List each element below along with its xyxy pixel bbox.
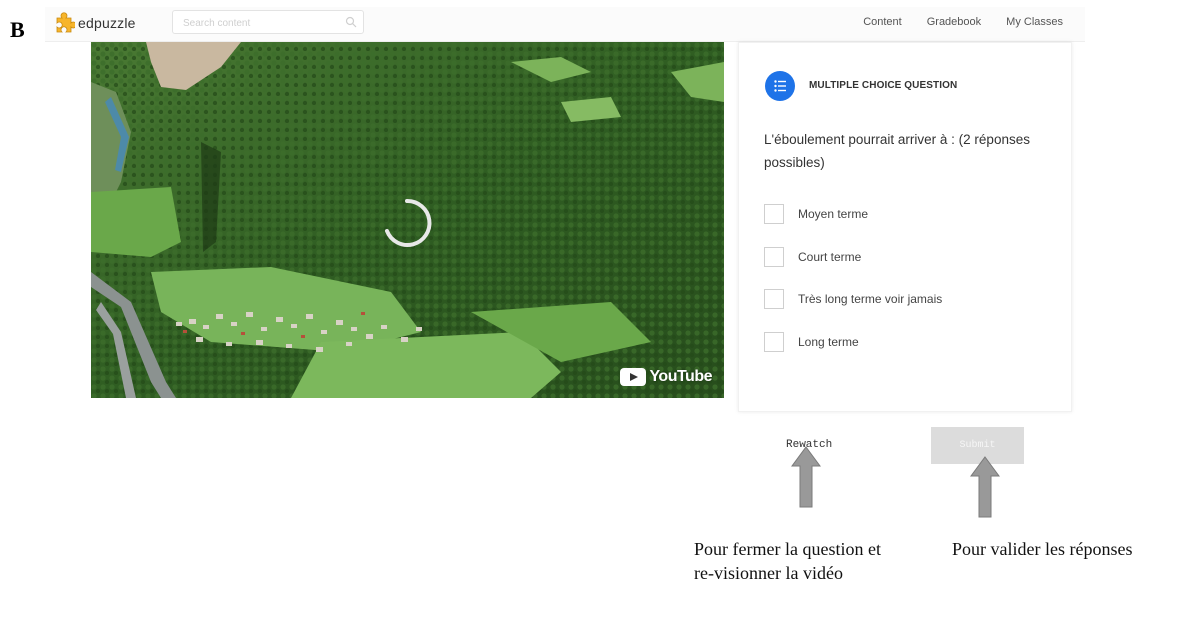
- option-label: Très long terme voir jamais: [798, 292, 943, 306]
- option-label: Long terme: [798, 335, 859, 349]
- edpuzzle-logo[interactable]: edpuzzle: [53, 12, 136, 34]
- submit-annotation: Pour valider les réponses: [952, 539, 1133, 559]
- option-checkbox[interactable]: [764, 332, 784, 352]
- search-icon[interactable]: [345, 16, 357, 28]
- option-label: Court terme: [798, 250, 862, 264]
- loading-spinner-icon: [385, 198, 432, 247]
- option-court-terme[interactable]: Court terme: [764, 247, 861, 267]
- youtube-watermark[interactable]: YouTube: [620, 368, 712, 386]
- question-type-label: MULTIPLE CHOICE QUESTION: [809, 80, 958, 91]
- nav-content[interactable]: Content: [863, 16, 902, 28]
- puzzle-logo-icon: [56, 12, 75, 33]
- logo-text: edpuzzle: [78, 15, 136, 31]
- question-text: L'éboulement pourrait arriver à : (2 rép…: [764, 132, 1030, 170]
- up-arrow-icon: [791, 446, 821, 508]
- option-checkbox[interactable]: [764, 247, 784, 267]
- youtube-play-icon: [620, 368, 647, 386]
- up-arrow-icon: [970, 456, 1000, 518]
- nav-links: Content Gradebook My Classes: [838, 16, 1063, 28]
- top-navbar: edpuzzle Content Gradebook My Classes: [45, 7, 1085, 42]
- question-type-badge: [765, 71, 795, 101]
- nav-my-classes[interactable]: My Classes: [1006, 16, 1063, 28]
- option-checkbox[interactable]: [764, 289, 784, 309]
- video-player[interactable]: YouTube: [91, 42, 724, 398]
- youtube-text: YouTube: [649, 368, 712, 385]
- option-moyen-terme[interactable]: Moyen terme: [764, 204, 868, 224]
- rewatch-annotation: Pour fermer la question et re-visionner …: [694, 539, 881, 583]
- search-box: [172, 10, 364, 34]
- question-card: MULTIPLE CHOICE QUESTION L'éboulement po…: [738, 42, 1072, 412]
- option-label: Moyen terme: [798, 207, 869, 221]
- option-tres-long-terme[interactable]: Très long terme voir jamais: [764, 289, 942, 309]
- list-icon: [774, 80, 786, 92]
- search-input[interactable]: [181, 12, 345, 34]
- panel-letter: B: [10, 17, 25, 42]
- option-checkbox[interactable]: [764, 204, 784, 224]
- option-long-terme[interactable]: Long terme: [764, 332, 859, 352]
- nav-gradebook[interactable]: Gradebook: [927, 16, 981, 28]
